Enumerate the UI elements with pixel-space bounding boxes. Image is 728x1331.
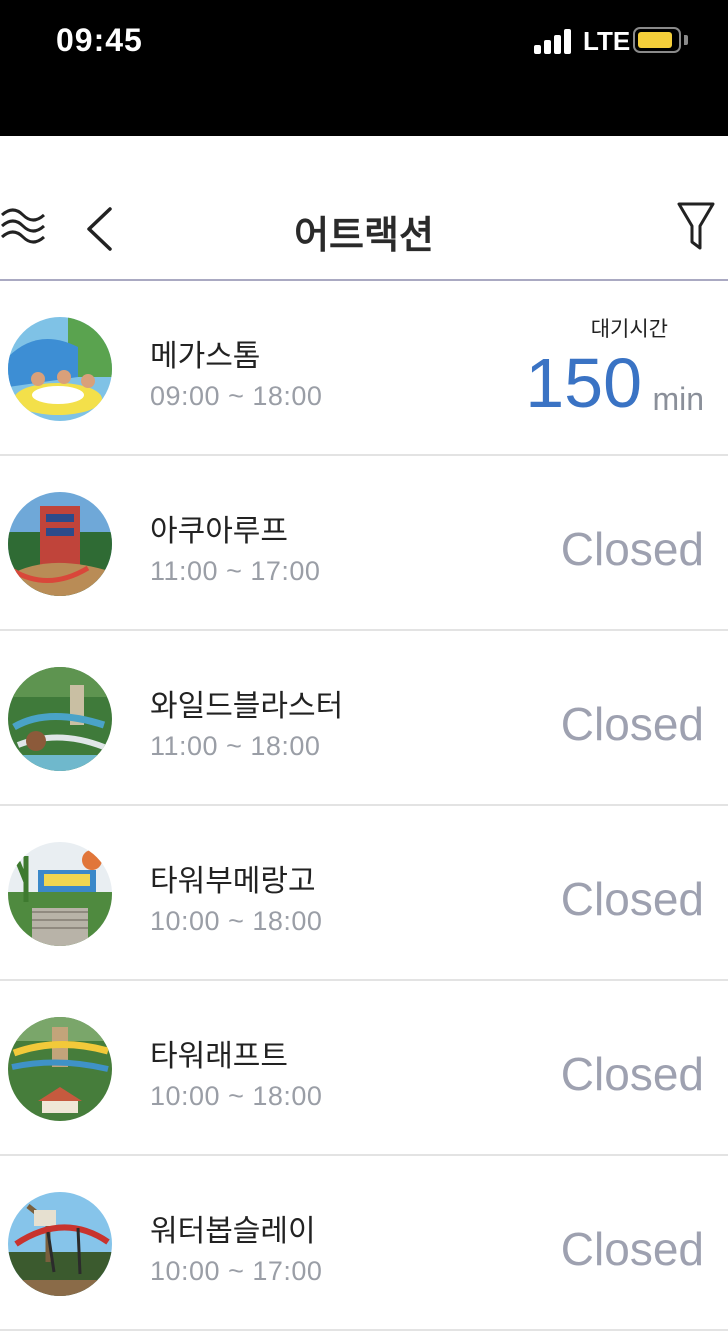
wait-time-unit: min: [652, 381, 704, 417]
page-title: 어트랙션: [294, 213, 434, 257]
attraction-name: 아쿠아루프: [150, 514, 288, 549]
network-type: LTE: [583, 26, 631, 56]
status-closed: Closed: [560, 698, 704, 750]
attraction-item[interactable]: 아쿠아루프 11:00 ~ 17:00 Closed: [0, 456, 728, 631]
battery-icon: [633, 27, 681, 53]
attraction-hours: 11:00 ~ 18:00: [150, 731, 321, 761]
attraction-item[interactable]: 타워래프트 10:00 ~ 18:00 Closed: [0, 981, 728, 1156]
status-closed: Closed: [560, 1223, 704, 1275]
attraction-item[interactable]: 워터봅슬레이 10:00 ~ 17:00 Closed: [0, 1156, 728, 1331]
attraction-hours: 10:00 ~ 18:00: [150, 1081, 323, 1111]
attraction-item[interactable]: 메가스톰 09:00 ~ 18:00 대기시간 150 min: [0, 281, 728, 456]
attraction-thumbnail: [8, 1017, 112, 1121]
battery-cap: [684, 35, 688, 45]
signal-icon: [534, 28, 574, 54]
attraction-hours: 10:00 ~ 17:00: [150, 1256, 323, 1286]
status-bar: 09:45 LTE: [0, 0, 728, 136]
attraction-list: 메가스톰 09:00 ~ 18:00 대기시간 150 min 아쿠아루프 11…: [0, 281, 728, 1331]
filter-icon[interactable]: [676, 200, 716, 256]
attraction-thumbnail: [8, 842, 112, 946]
attraction-thumbnail: [8, 1192, 112, 1296]
status-closed: Closed: [560, 523, 704, 575]
attraction-item[interactable]: 타워부메랑고 10:00 ~ 18:00 Closed: [0, 806, 728, 981]
status-time: 09:45: [56, 22, 143, 58]
status-closed: Closed: [560, 873, 704, 925]
battery-level: [638, 32, 672, 48]
attraction-thumbnail: [8, 317, 112, 421]
attraction-name: 타워래프트: [150, 1039, 288, 1074]
status-closed: Closed: [560, 1048, 704, 1100]
attraction-name: 워터봅슬레이: [150, 1214, 316, 1249]
attraction-hours: 11:00 ~ 17:00: [150, 556, 321, 586]
attraction-item[interactable]: 와일드블라스터 11:00 ~ 18:00 Closed: [0, 631, 728, 806]
attraction-hours: 10:00 ~ 18:00: [150, 906, 323, 936]
attraction-name: 타워부메랑고: [150, 864, 316, 899]
attraction-thumbnail: [8, 492, 112, 596]
attraction-name: 와일드블라스터: [150, 689, 344, 724]
attraction-hours: 09:00 ~ 18:00: [150, 381, 323, 411]
nav-bar: 어트랙션: [0, 136, 728, 281]
attraction-name: 메가스톰: [150, 339, 261, 374]
wait-time-value: 150: [525, 344, 642, 422]
wait-time-label: 대기시간: [590, 317, 668, 341]
attraction-thumbnail: [8, 667, 112, 771]
